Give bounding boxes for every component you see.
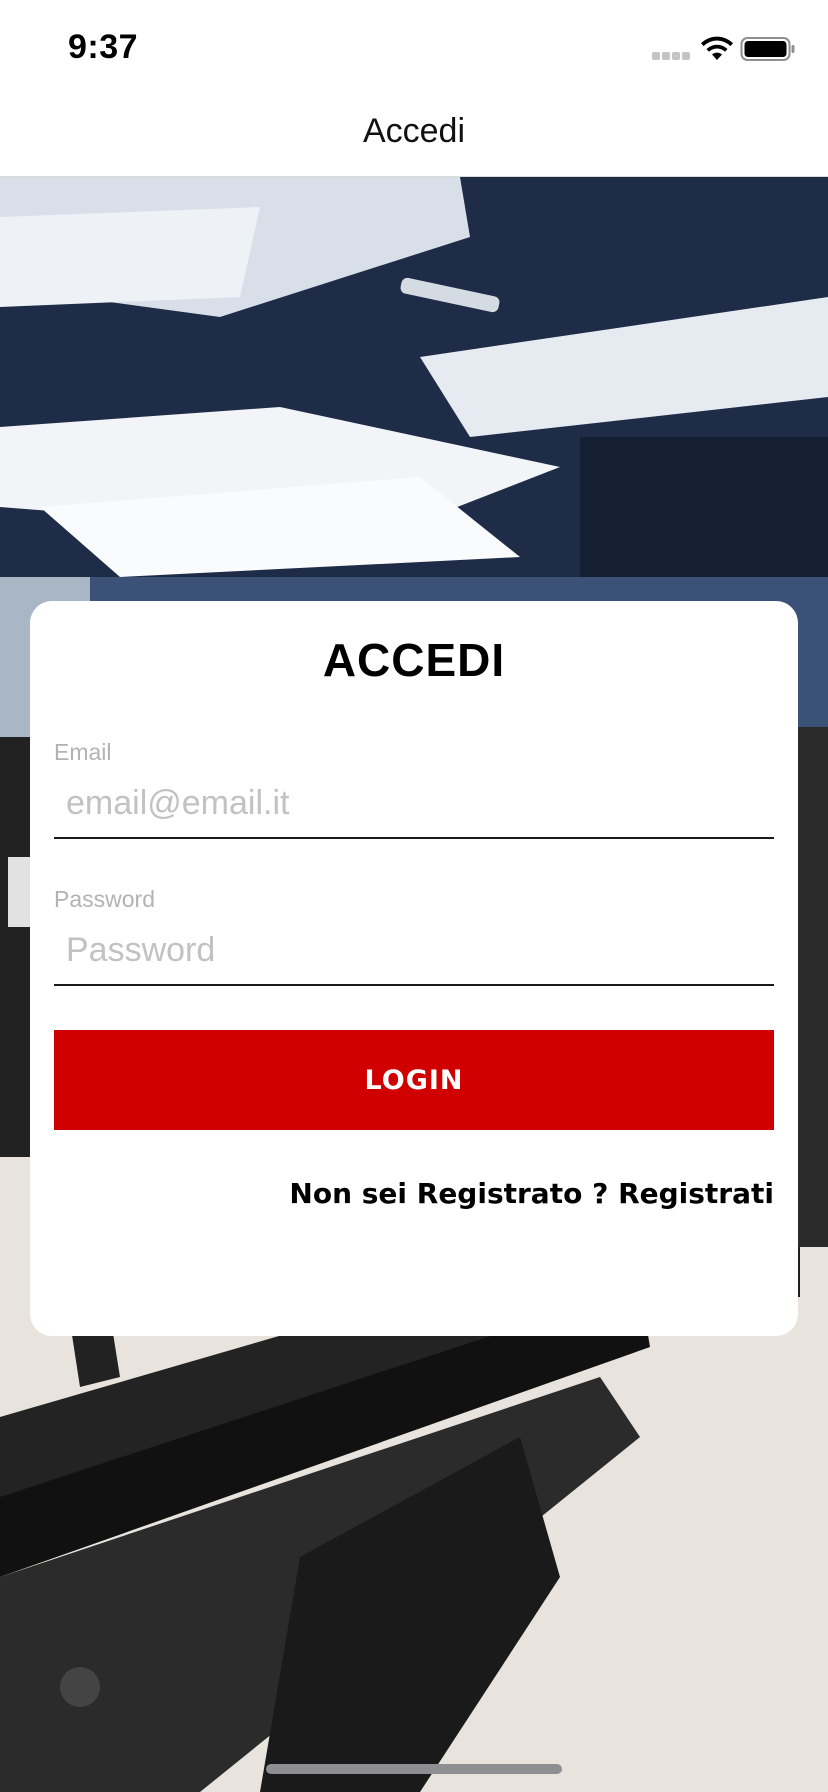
password-field-group: Password <box>54 886 774 986</box>
password-input[interactable] <box>54 916 774 986</box>
email-label: Email <box>54 739 112 765</box>
nav-title: Accedi <box>362 112 466 150</box>
register-link[interactable]: Non sei Registrato ? Registrati <box>289 1177 774 1210</box>
battery-icon <box>740 37 795 61</box>
status-bar: 9:37 <box>0 0 828 96</box>
login-button[interactable]: LOGIN <box>54 1030 774 1130</box>
email-input[interactable] <box>54 769 774 839</box>
status-time: 9:37 <box>68 28 139 66</box>
password-label: Password <box>54 886 155 912</box>
login-card: ACCEDI Email Password LOGIN Non sei Regi… <box>30 601 798 1336</box>
email-field-group: Email <box>54 739 774 839</box>
home-indicator <box>266 1764 562 1774</box>
login-screen: 9:37 Accedi ACCEDI Email email@email.it … <box>0 0 828 1792</box>
cellular-signal-icon <box>652 52 692 62</box>
navigation-bar: Accedi <box>0 96 828 177</box>
login-title: ACCEDI <box>322 634 506 686</box>
wifi-icon <box>701 36 733 60</box>
